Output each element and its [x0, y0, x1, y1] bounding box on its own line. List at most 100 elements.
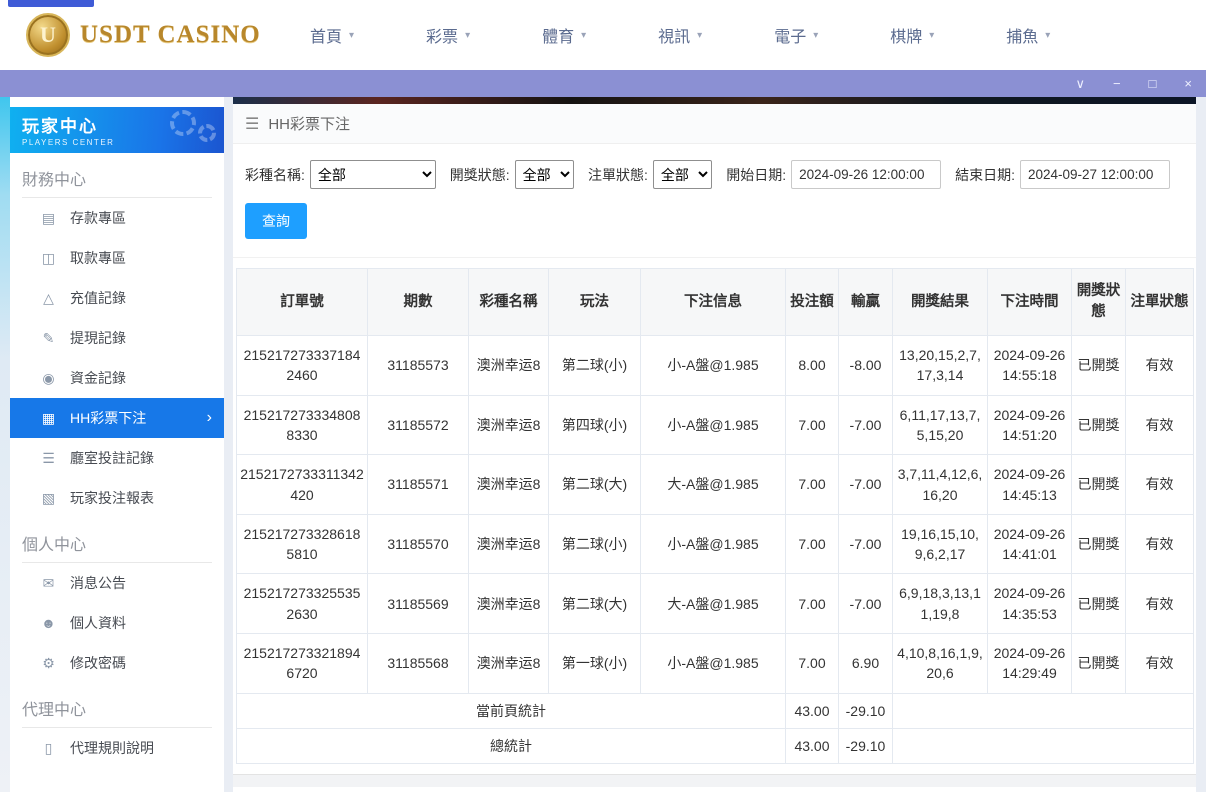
table-cell: 2024-09-26 14:45:13 [987, 454, 1072, 515]
total-summary-row: 總統計 43.00 -29.10 [236, 727, 1194, 765]
person-icon: ☻ [41, 615, 56, 631]
main-content: ☰ HH彩票下注 彩種名稱: 全部 開獎狀態: 全部 注單狀態: 全部 開始日期… [233, 97, 1196, 792]
announcement-icon: ✉ [42, 574, 55, 591]
nav-item-label: 彩票 [426, 29, 459, 46]
nav-item-fishing[interactable]: 捕魚 ▾ [1006, 23, 1050, 47]
sidebar-item-label: 充值記錄 [70, 290, 126, 306]
sidebar-menu: 財務中心 ▤ 存款專區 ◫ 取款專區 △ 充值記錄 ✎ 提現記錄 ◉ 資金記錄 ▦ HH彩票下注 › ☰ 廳室… [10, 153, 224, 768]
lottery-ticket-icon: ▦ [41, 409, 56, 426]
nav-item-label: 視訊 [658, 29, 691, 46]
nav-item-lottery[interactable]: 彩票 ▾ [426, 23, 470, 47]
table-row: 2152172733255352630 31185569 澳洲幸运8 第二球(大) 大-… [236, 573, 1194, 634]
sidebar-header: 玩家中心 PLAYERS CENTER [10, 107, 224, 153]
order-status-select[interactable]: 全部 [652, 160, 713, 189]
breadcrumb: ☰ HH彩票下注 [233, 104, 1196, 144]
table-cell: 澳洲幸运8 [468, 633, 549, 694]
nav-item-label: 首頁 [310, 29, 343, 46]
table-cell: -7.00 [838, 394, 893, 456]
window-maximize-icon[interactable]: □ [1149, 77, 1157, 90]
table-cell: 2024-09-26 14:55:18 [987, 335, 1072, 396]
nav-item-cards[interactable]: 棋牌 ▾ [890, 23, 934, 47]
total-summary-empty [892, 727, 1194, 765]
top-navigation-bar: U USDT CASINO 首頁 ▾ 彩票 ▾ 體育 ▾ 視訊 ▾ 電子 ▾ 棋牌 ▾ 捕魚 ▾ [0, 0, 1206, 70]
draw-status-label: 開獎狀態: [449, 166, 510, 183]
chevron-down-icon: ▾ [813, 29, 819, 41]
bets-table: 訂單號 期數 彩種名稱 玩法 下注信息 投注額 輸贏 開獎結果 下注時間 開獎狀態 注單狀態 215… [236, 267, 1194, 765]
end-date-input[interactable] [1019, 160, 1170, 189]
sidebar-item-room-bet-record[interactable]: ☰ 廳室投註記錄 [10, 438, 224, 478]
column-header: 開獎狀態 [1071, 267, 1126, 337]
table-cell: 31185568 [367, 633, 469, 694]
sidebar-item-recharge-record[interactable]: △ 充值記錄 [10, 278, 224, 318]
sidebar-item-agent-rules[interactable]: ▯ 代理規則說明 [10, 728, 224, 768]
sidebar-item-player-bet-report[interactable]: ▧ 玩家投注報表 [10, 478, 224, 518]
logo-icon: U [26, 13, 70, 57]
table-cell: 小-A盤@1.985 [640, 513, 786, 575]
section-heading-finance-center: 財務中心 [22, 166, 212, 198]
nav-item-video[interactable]: 視訊 ▾ [658, 23, 702, 47]
table-cell: 有效 [1125, 394, 1194, 456]
start-date-input[interactable] [791, 160, 942, 189]
sidebar-item-label: 資金記錄 [70, 370, 126, 386]
table-cell: 已開獎 [1071, 454, 1126, 515]
lottery-name-select[interactable]: 全部 [309, 160, 436, 189]
table-cell: 澳洲幸运8 [468, 454, 549, 515]
table-cell: 2024-09-26 14:51:20 [987, 394, 1072, 456]
table-cell: 7.00 [785, 454, 839, 515]
table-cell: 31185573 [367, 335, 469, 396]
column-header: 玩法 [548, 267, 641, 337]
page-summary-empty [892, 692, 1194, 729]
sidebar-item-announcements[interactable]: ✉ 消息公告 [10, 563, 224, 603]
end-date-label: 結束日期: [955, 166, 1015, 183]
sidebar-item-withdrawal-record[interactable]: ✎ 提現記錄 [10, 318, 224, 358]
sidebar-item-withdraw[interactable]: ◫ 取款專區 [10, 238, 224, 278]
table-cell: 2152172733348088330 [236, 394, 368, 456]
nav-item-home[interactable]: 首頁 ▾ [310, 23, 354, 47]
table-cell: 31185572 [367, 394, 469, 456]
column-header: 注單狀態 [1125, 267, 1194, 337]
sidebar-item-label: 廳室投註記錄 [70, 450, 154, 466]
sidebar-item-label: 提現記錄 [70, 330, 126, 346]
sidebar-item-label: HH彩票下注 [70, 410, 147, 426]
table-cell: 6,11,17,13,7,5,15,20 [892, 394, 988, 456]
table-cell: 8.00 [785, 335, 839, 396]
table-cell: 第二球(大) [548, 454, 641, 515]
query-button[interactable]: 查詢 [245, 203, 307, 239]
table-cell: 第二球(小) [548, 335, 641, 396]
sidebar-item-deposit[interactable]: ▤ 存款專區 [10, 198, 224, 238]
chevron-right-icon: › [206, 409, 212, 426]
sidebar-item-funds-record[interactable]: ◉ 資金記錄 [10, 358, 224, 398]
nav-item-slots[interactable]: 電子 ▾ [774, 23, 818, 47]
table-cell: 澳洲幸运8 [468, 335, 549, 396]
column-header: 下注時間 [987, 267, 1072, 337]
table-row: 2152172733286185810 31185570 澳洲幸运8 第二球(小) 小-… [236, 513, 1194, 575]
column-header: 輸贏 [838, 267, 893, 337]
column-header: 下注信息 [640, 267, 786, 337]
table-cell: 2024-09-26 14:41:01 [987, 513, 1072, 575]
sidebar-item-change-password[interactable]: ⚙ 修改密碼 [10, 643, 224, 683]
window-close-icon[interactable]: × [1184, 77, 1192, 90]
chevron-down-icon: ▾ [465, 29, 471, 41]
lottery-name-label: 彩種名稱: [245, 166, 305, 183]
section-heading-agent-center: 代理中心 [22, 696, 212, 728]
sidebar-item-label: 取款專區 [70, 250, 126, 266]
chevron-down-icon: ▾ [349, 29, 355, 41]
table-cell: 小-A盤@1.985 [640, 335, 786, 396]
menu-toggle-icon[interactable]: ☰ [245, 114, 259, 134]
nav-item-sports[interactable]: 體育 ▾ [542, 23, 586, 47]
table-cell: -7.00 [838, 573, 893, 634]
logo: U USDT CASINO [26, 13, 266, 57]
table-cell: 第二球(小) [548, 513, 641, 575]
page-summary-winloss: -29.10 [838, 692, 893, 729]
sidebar-item-hh-lottery-bets[interactable]: ▦ HH彩票下注 › [10, 398, 224, 438]
table-cell: 大-A盤@1.985 [640, 573, 786, 634]
window-minimize-icon[interactable]: − [1113, 77, 1121, 90]
draw-status-select[interactable]: 全部 [514, 160, 574, 189]
room-bet-record-icon: ☰ [42, 449, 55, 466]
table-cell: 有效 [1125, 454, 1194, 515]
table-cell: 有效 [1125, 335, 1194, 396]
withdrawal-record-icon: ✎ [42, 329, 55, 346]
sidebar-item-profile[interactable]: ☻ 個人資料 [10, 603, 224, 643]
window-restore-down-icon[interactable]: ∨ [1075, 77, 1085, 90]
table-cell: 2152172733218946720 [236, 633, 368, 694]
